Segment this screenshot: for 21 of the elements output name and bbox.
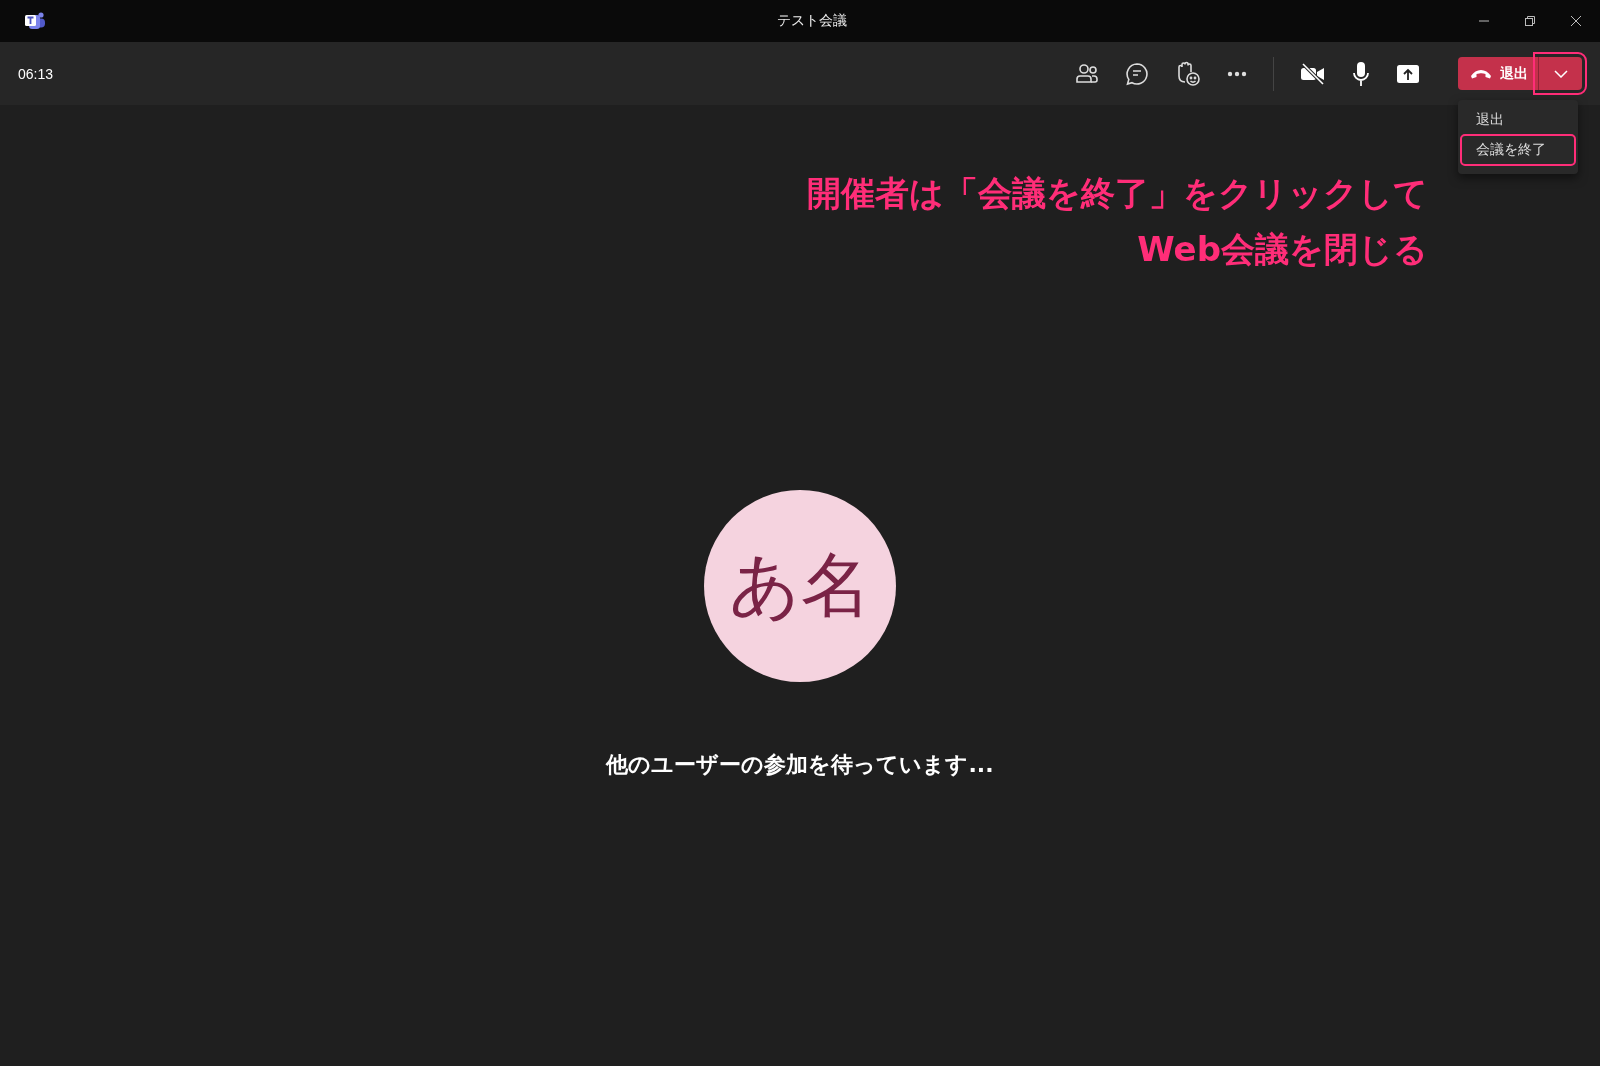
chat-icon[interactable] [1125,61,1149,86]
share-screen-icon[interactable] [1396,63,1420,84]
raise-hand-icon[interactable] [1175,60,1201,87]
menu-item[interactable]: 会議を終了 [1462,136,1574,164]
people-icon[interactable] [1075,62,1099,85]
avatar-initials: あ名 [704,490,896,682]
restore-icon[interactable] [1524,15,1536,27]
hang-up-icon [1470,68,1492,79]
chevron-down-icon [1553,69,1568,78]
window-title: テスト会議 [777,12,847,30]
camera-off-icon[interactable] [1300,62,1326,85]
annotation-text: Web会議を閉じる [1136,228,1428,271]
leave-button[interactable]: 退出 [1458,57,1538,90]
status-message: 他のユーザーの参加を待っています... [606,751,994,779]
elapsed-time: 06:13 [18,65,54,82]
teams-logo-icon [24,11,46,31]
close-icon[interactable] [1570,15,1582,27]
more-options-icon[interactable] [1227,70,1247,77]
annotation-text: 開催者は「会議を終了」をクリックして [807,172,1428,215]
microphone-icon[interactable] [1352,60,1370,87]
menu-item[interactable]: 退出 [1462,106,1574,134]
